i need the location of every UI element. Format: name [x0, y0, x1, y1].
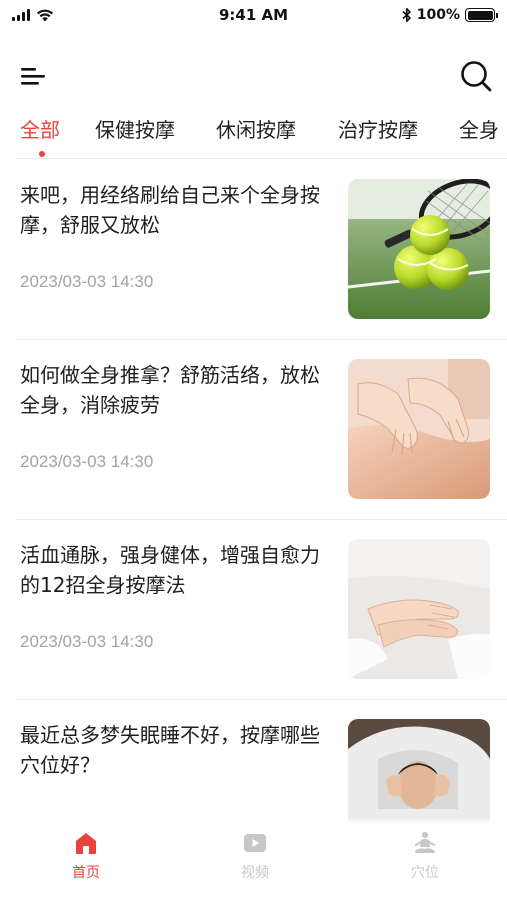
app-header: [0, 52, 507, 100]
hands-image: [348, 539, 490, 679]
nav-label: 视频: [241, 865, 269, 881]
article-item[interactable]: 来吧，用经络刷给自己来个全身按摩，舒服又放松 2023/03-03 14:30: [0, 160, 507, 340]
home-icon: [76, 833, 96, 854]
tab-therapy-massage[interactable]: 治疗按摩: [338, 114, 418, 143]
status-bar: 9:41 AM 100%: [0, 0, 507, 32]
article-date: 2023/03-03 14:30: [20, 452, 154, 471]
article-title: 活血通脉，强身健体，增强自愈力的12招全身按摩法: [20, 543, 320, 597]
nav-home[interactable]: 首页: [46, 830, 126, 882]
article-title: 如何做全身推拿？舒筋活络，放松全身，消除疲劳: [20, 363, 320, 417]
bottom-navigation: 首页 视频 穴位: [0, 822, 507, 900]
tab-full-body[interactable]: 全身: [459, 114, 499, 143]
menu-icon[interactable]: [20, 64, 50, 88]
article-date: 2023/03-03 14:30: [20, 272, 154, 291]
nav-acupoints[interactable]: 穴位: [385, 830, 465, 882]
nav-label: 首页: [72, 865, 100, 881]
battery-icon: [465, 8, 498, 22]
tabs-divider: [16, 158, 507, 159]
article-title: 最近总多梦失眠睡不好，按摩哪些穴位好？: [20, 723, 320, 777]
video-icon: [244, 834, 266, 852]
tennis-balls-image: [348, 179, 490, 319]
bluetooth-icon: [402, 8, 411, 22]
status-right: 100%: [402, 7, 498, 23]
meditation-icon: [415, 831, 435, 853]
search-icon[interactable]: [459, 59, 493, 93]
tab-all[interactable]: 全部: [20, 114, 60, 143]
category-tabs: 全部 保健按摩 休闲按摩 治疗按摩 全身: [0, 112, 507, 160]
active-tab-indicator: [39, 151, 45, 157]
battery-percentage: 100%: [416, 7, 460, 23]
article-date: 2023/03-03 14:30: [20, 632, 154, 651]
back-massage-image: [348, 359, 490, 499]
nav-video[interactable]: 视频: [215, 830, 295, 882]
article-item[interactable]: 如何做全身推拿？舒筋活络，放松全身，消除疲劳 2023/03-03 14:30: [0, 340, 507, 520]
tab-leisure-massage[interactable]: 休闲按摩: [216, 114, 296, 143]
article-title: 来吧，用经络刷给自己来个全身按摩，舒服又放松: [20, 183, 320, 237]
nav-label: 穴位: [411, 865, 439, 881]
article-item[interactable]: 活血通脉，强身健体，增强自愈力的12招全身按摩法 2023/03-03 14:3…: [0, 520, 507, 700]
tab-health-massage[interactable]: 保健按摩: [95, 114, 175, 143]
